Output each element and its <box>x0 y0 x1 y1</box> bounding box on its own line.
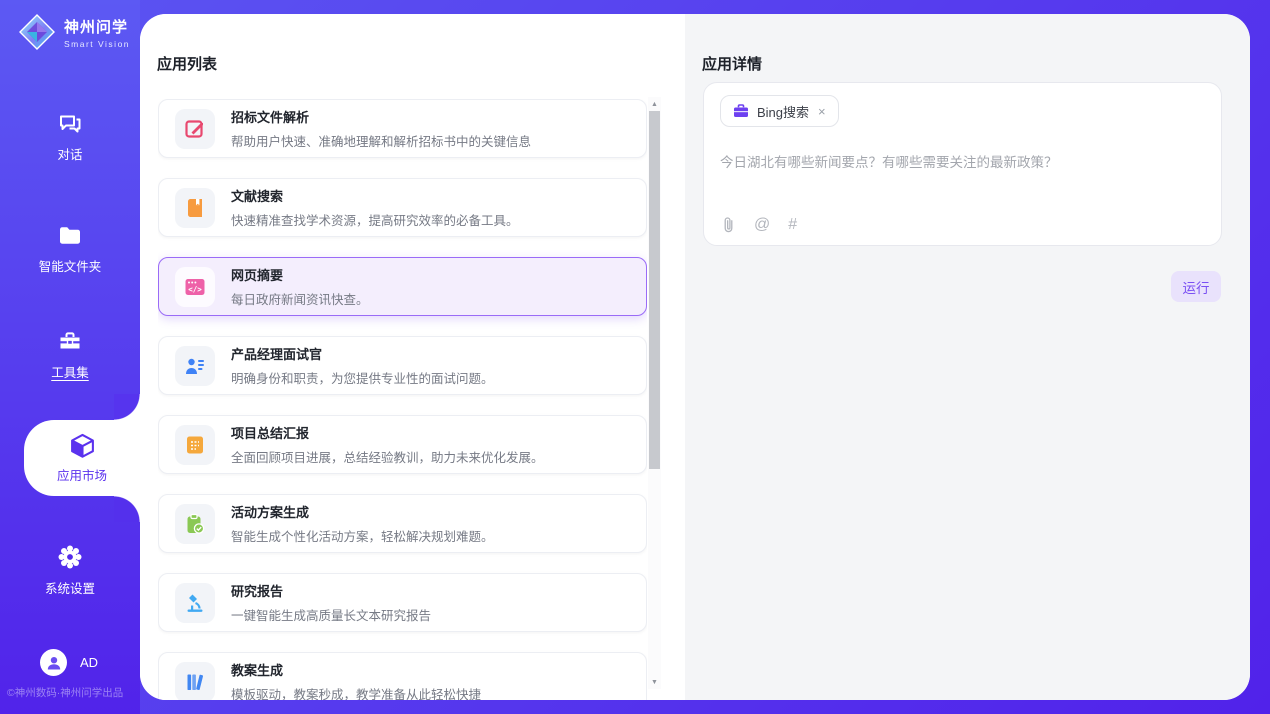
app-card-title: 活动方案生成 <box>231 502 494 521</box>
sidebar-item-smart-folder[interactable]: 智能文件夹 <box>0 222 140 275</box>
chat-icon <box>57 110 83 136</box>
ic-interview-icon <box>175 346 215 386</box>
sidebar-item-settings[interactable]: 系统设置 <box>0 544 140 597</box>
sidebar-item-label: 工具集 <box>51 362 89 381</box>
app-card-text: 项目总结汇报 全面回顾项目进展，总结经验教训，助力未来优化发展。 <box>231 423 544 466</box>
ic-webpage-icon <box>175 267 215 307</box>
app-card-4[interactable]: 项目总结汇报 全面回顾项目进展，总结经验教训，助力未来优化发展。 <box>158 415 647 474</box>
app-card-title: 产品经理面试官 <box>231 344 494 363</box>
app-card-5[interactable]: 活动方案生成 智能生成个性化活动方案，轻松解决规划难题。 <box>158 494 647 553</box>
app-card-title: 文献搜索 <box>231 186 519 205</box>
app-detail-title: 应用详情 <box>702 53 762 74</box>
bubble-notch-top <box>114 394 140 420</box>
app-card-text: 教案生成 模板驱动，教案秒成，教学准备从此轻松快捷 <box>231 660 481 700</box>
app-detail-panel: 应用详情 Bing搜索 × 今日湖北有哪些新闻要点？有哪些需要关注的最新政策？ … <box>685 14 1250 700</box>
app-list-panel: 应用列表 招标文件解析 帮助用户快速、准确地理解和解析招标书中的关键信息 文献搜… <box>140 14 685 700</box>
sidebar-item-label: 对话 <box>57 144 82 163</box>
app-card-desc: 智能生成个性化活动方案，轻松解决规划难题。 <box>231 526 494 545</box>
user-name: AD <box>80 655 98 670</box>
ic-clipboard-icon <box>175 504 215 544</box>
app-card-desc: 模板驱动，教案秒成，教学准备从此轻松快捷 <box>231 684 481 700</box>
scroll-up-icon[interactable]: ▲ <box>648 97 661 111</box>
sidebar-item-label: 智能文件夹 <box>39 256 102 275</box>
sidebar: 神州问学 Smart Vision 对话 智能文件夹 工具集 应用市场 系统设置 <box>0 0 140 714</box>
paperclip-icon[interactable] <box>721 216 736 234</box>
close-icon[interactable]: × <box>818 104 826 119</box>
sidebar-item-app-market[interactable]: 应用市场 <box>24 420 140 496</box>
app-card-title: 招标文件解析 <box>231 107 531 126</box>
tool-chip-bing-search[interactable]: Bing搜索 × <box>720 95 839 127</box>
app-card-desc: 明确身份和职责，为您提供专业性的面试问题。 <box>231 368 494 387</box>
cube-icon <box>69 432 96 459</box>
sidebar-item-chat[interactable]: 对话 <box>0 110 140 163</box>
app-card-3[interactable]: 产品经理面试官 明确身份和职责，为您提供专业性的面试问题。 <box>158 336 647 395</box>
app-card-desc: 快速精准查找学术资源，提高研究效率的必备工具。 <box>231 210 519 229</box>
gear-icon <box>57 544 83 570</box>
app-list-title: 应用列表 <box>157 53 217 74</box>
app-card-desc: 全面回顾项目进展，总结经验教训，助力未来优化发展。 <box>231 447 544 466</box>
ic-books-icon <box>175 662 215 701</box>
app-card-0[interactable]: 招标文件解析 帮助用户快速、准确地理解和解析招标书中的关键信息 <box>158 99 647 158</box>
sidebar-item-label: 系统设置 <box>45 578 95 597</box>
sidebar-item-label: 应用市场 <box>57 465 107 484</box>
app-card-title: 网页摘要 <box>231 265 369 284</box>
ic-book-icon <box>175 188 215 228</box>
app-card-title: 教案生成 <box>231 660 481 679</box>
at-icon[interactable]: @ <box>754 217 770 233</box>
main-content: 应用列表 招标文件解析 帮助用户快速、准确地理解和解析招标书中的关键信息 文献搜… <box>140 14 1250 700</box>
person-icon <box>44 653 64 673</box>
copyright-footer: ©神州数码·神州问学出品 <box>7 685 123 700</box>
app-card-title: 项目总结汇报 <box>231 423 544 442</box>
brand-diamond-icon <box>18 13 56 51</box>
app-card-text: 招标文件解析 帮助用户快速、准确地理解和解析招标书中的关键信息 <box>231 107 531 150</box>
query-text-input[interactable]: 今日湖北有哪些新闻要点？有哪些需要关注的最新政策？ <box>720 151 1205 171</box>
brand-name: 神州问学 <box>64 16 130 37</box>
app-card-text: 研究报告 一键智能生成高质量长文本研究报告 <box>231 581 431 624</box>
app-window: 神州问学 Smart Vision 对话 智能文件夹 工具集 应用市场 系统设置 <box>0 0 1270 714</box>
app-card-text: 文献搜索 快速精准查找学术资源，提高研究效率的必备工具。 <box>231 186 519 229</box>
brand-subtitle: Smart Vision <box>64 39 130 49</box>
app-card-desc: 一键智能生成高质量长文本研究报告 <box>231 605 431 624</box>
app-card-text: 活动方案生成 智能生成个性化活动方案，轻松解决规划难题。 <box>231 502 494 545</box>
bubble-notch-bottom <box>114 496 140 522</box>
app-card-1[interactable]: 文献搜索 快速精准查找学术资源，提高研究效率的必备工具。 <box>158 178 647 237</box>
app-card-text: 产品经理面试官 明确身份和职责，为您提供专业性的面试问题。 <box>231 344 494 387</box>
briefcase-icon <box>733 103 749 119</box>
app-card-text: 网页摘要 每日政府新闻资讯快查。 <box>231 265 369 308</box>
app-card-7[interactable]: 教案生成 模板驱动，教案秒成，教学准备从此轻松快捷 <box>158 652 647 700</box>
run-button[interactable]: 运行 <box>1171 271 1221 302</box>
app-card-desc: 帮助用户快速、准确地理解和解析招标书中的关键信息 <box>231 131 531 150</box>
toolbox-icon <box>57 328 83 354</box>
app-card-6[interactable]: 研究报告 一键智能生成高质量长文本研究报告 <box>158 573 647 632</box>
query-input-card: Bing搜索 × 今日湖北有哪些新闻要点？有哪些需要关注的最新政策？ @ # <box>703 82 1222 246</box>
folder-icon <box>57 222 83 248</box>
list-scrollbar[interactable]: ▲ ▼ <box>648 97 661 689</box>
brand-logo: 神州问学 Smart Vision <box>18 13 130 51</box>
sidebar-item-toolset[interactable]: 工具集 <box>0 328 140 381</box>
scrollbar-thumb[interactable] <box>649 111 660 469</box>
ic-notepad-icon <box>175 425 215 465</box>
avatar <box>40 649 67 676</box>
user-account[interactable]: AD <box>40 649 98 676</box>
app-card-2[interactable]: 网页摘要 每日政府新闻资讯快查。 <box>158 257 647 316</box>
ic-tender-icon <box>175 109 215 149</box>
attachment-toolbar: @ # <box>721 216 797 234</box>
scroll-down-icon[interactable]: ▼ <box>648 675 661 689</box>
app-card-list: 招标文件解析 帮助用户快速、准确地理解和解析招标书中的关键信息 文献搜索 快速精… <box>158 99 647 700</box>
app-card-title: 研究报告 <box>231 581 431 600</box>
app-card-desc: 每日政府新闻资讯快查。 <box>231 289 369 308</box>
hash-icon[interactable]: # <box>788 217 797 233</box>
tool-chip-label: Bing搜索 <box>757 102 809 121</box>
ic-microscope-icon <box>175 583 215 623</box>
